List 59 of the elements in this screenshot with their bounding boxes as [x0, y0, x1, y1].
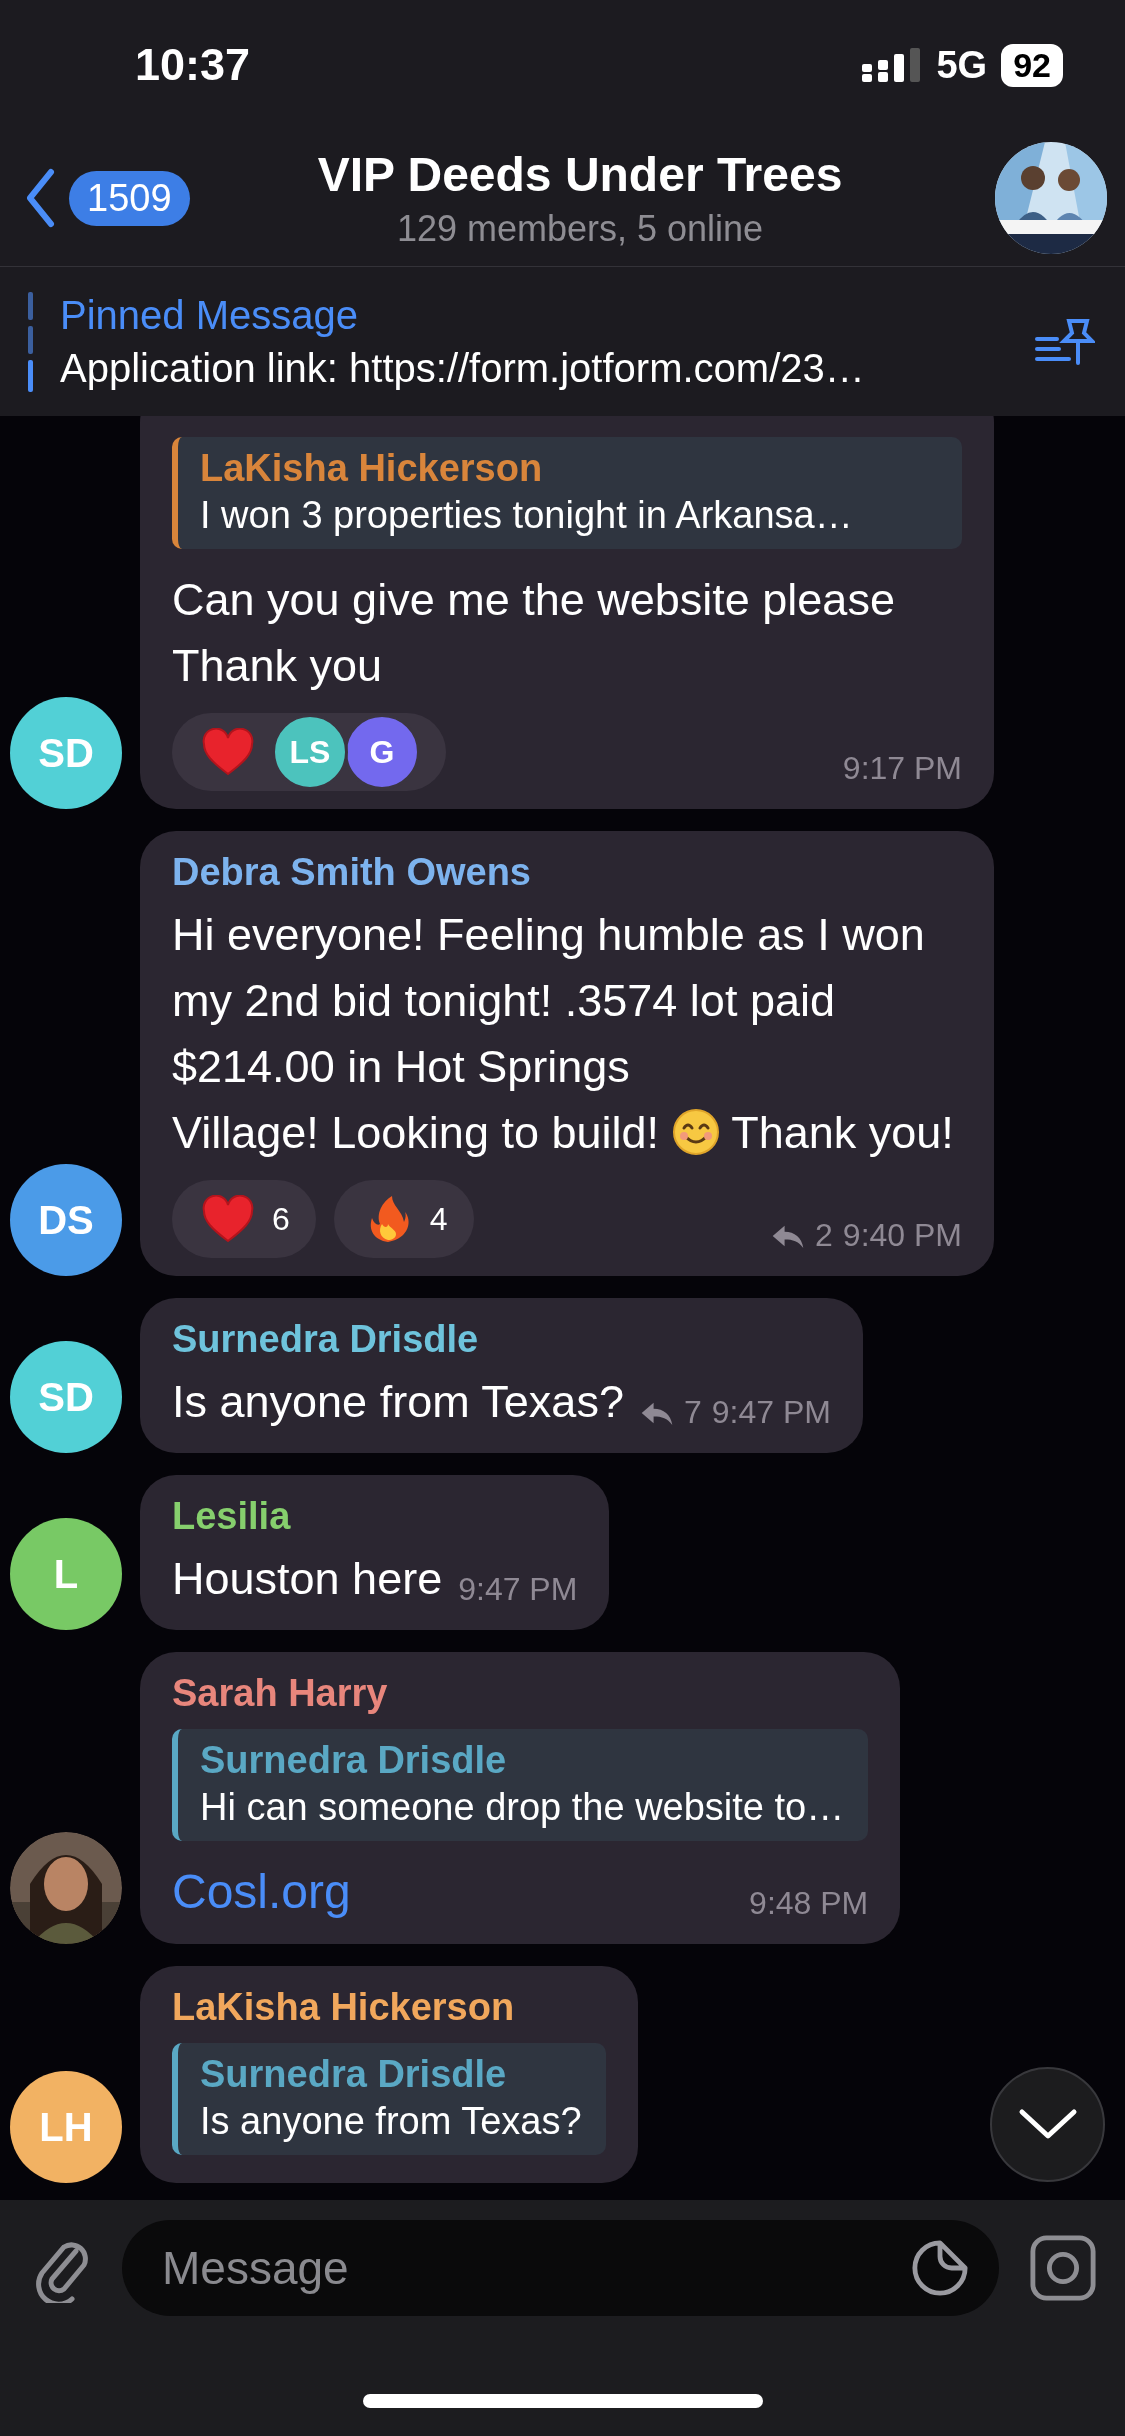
member-count: 129 members, 5 online: [396, 207, 764, 250]
message-bubble[interactable]: Sarah Harry Surnedra Drisdle Hi can someone drop the website to… Cosl.org 9:48 PM: [140, 1652, 901, 1944]
reply-quote[interactable]: LaKisha Hickerson I won 3 properties tonight in Arkansa…: [172, 437, 962, 549]
unread-count[interactable]: 1509: [69, 170, 190, 226]
reply-author: Surnedra Drisdle: [200, 2053, 508, 2096]
message-bubble[interactable]: LaKisha Hickerson I won 3 properties tonight in Arkansa… Can you give me the website please Thank you LS G 9:17 PM: [140, 416, 994, 809]
message-text: Is anyone from Texas?: [172, 1376, 624, 1427]
camera-icon[interactable]: [1029, 2234, 1097, 2302]
heart-icon: [202, 1195, 254, 1243]
reaction-count: 4: [429, 1200, 448, 1238]
sender-name[interactable]: Debra Smith Owens: [172, 851, 962, 894]
smiling-face-icon: [671, 1108, 720, 1156]
reply-count[interactable]: 2: [815, 1217, 833, 1254]
message-time: 9:47 PM: [711, 1394, 831, 1431]
message-field[interactable]: Message: [122, 2220, 999, 2316]
message-text: Thank you!: [731, 1107, 954, 1158]
reply-count[interactable]: 7: [683, 1394, 702, 1431]
message-time: 9:47 PM: [458, 1571, 578, 1608]
reply-text: Is anyone from Texas?: [200, 2100, 582, 2143]
reply-quote[interactable]: Surnedra Drisdle Hi can someone drop the website to…: [172, 1729, 869, 1841]
reply-text: I won 3 properties tonight in Arkansa…: [200, 494, 854, 537]
reaction-chip[interactable]: LS G: [172, 713, 446, 791]
reply-author: LaKisha Hickerson: [200, 447, 544, 490]
message-time: 9:17 PM: [842, 750, 962, 787]
sender-name[interactable]: Surnedra Drisdle: [172, 1318, 831, 1361]
reaction-count: 6: [272, 1200, 290, 1238]
message-text: Can you give me the website please Thank you: [172, 573, 896, 693]
pinned-text[interactable]: Application link: https://form.jotform.com/23…: [60, 345, 1009, 391]
pin-list-icon[interactable]: [1035, 316, 1095, 367]
message-time: 9:40 PM: [842, 1217, 962, 1254]
reactor-avatar: G: [344, 714, 420, 790]
reaction-chip[interactable]: 4: [333, 1180, 474, 1258]
signal-icon: [862, 48, 923, 82]
heart-icon: [202, 728, 254, 776]
sender-name[interactable]: LaKisha Hickerson: [172, 1986, 606, 2029]
status-time: 10:37: [135, 39, 251, 91]
message-bubble[interactable]: LaKisha Hickerson Surnedra Drisdle Is anyone from Texas?: [140, 1966, 638, 2183]
message-text: Hi everyone! Feeling humble as I won my 2nd bid tonight! .3574 lot paid $214.00 in Hot Springs: [172, 908, 926, 1094]
pinned-label[interactable]: Pinned Message: [60, 292, 1009, 338]
chat-title[interactable]: VIP Deeds Under Trees: [317, 146, 843, 202]
sender-name[interactable]: Sarah Harry: [172, 1672, 869, 1715]
message-bubble[interactable]: Lesilia Houston here 9:47 PM: [140, 1475, 610, 1630]
message-text: Village! Looking to build!: [172, 1107, 660, 1158]
sender-name[interactable]: Lesilia: [172, 1495, 578, 1538]
message-text: Houston here: [172, 1553, 443, 1604]
reactor-avatar: LS: [272, 714, 348, 790]
message-link[interactable]: Cosl.org: [172, 1865, 351, 1918]
battery-indicator: 92: [1001, 43, 1063, 87]
sticker-icon[interactable]: [911, 2239, 969, 2297]
message-time: 9:48 PM: [749, 1885, 869, 1922]
reply-text: Hi can someone drop the website to…: [200, 1786, 845, 1829]
back-icon[interactable]: [25, 168, 55, 228]
reply-author: Surnedra Drisdle: [200, 1739, 508, 1782]
message-bubble[interactable]: Surnedra Drisdle Is anyone from Texas? 7 9:47 PM: [140, 1298, 863, 1453]
reply-quote[interactable]: Surnedra Drisdle Is anyone from Texas?: [172, 2043, 606, 2155]
pinned-indicator-icon: [28, 291, 34, 392]
message-bubble[interactable]: Debra Smith Owens Hi everyone! Feeling humble as I won my 2nd bid tonight! .3574 lot paid $214.00 in Hot Springs Village! Looking to build! Thank you! 6 4 2 9:40 PM: [140, 831, 994, 1276]
reaction-chip[interactable]: 6: [172, 1180, 316, 1258]
network-label: 5G: [936, 43, 988, 87]
